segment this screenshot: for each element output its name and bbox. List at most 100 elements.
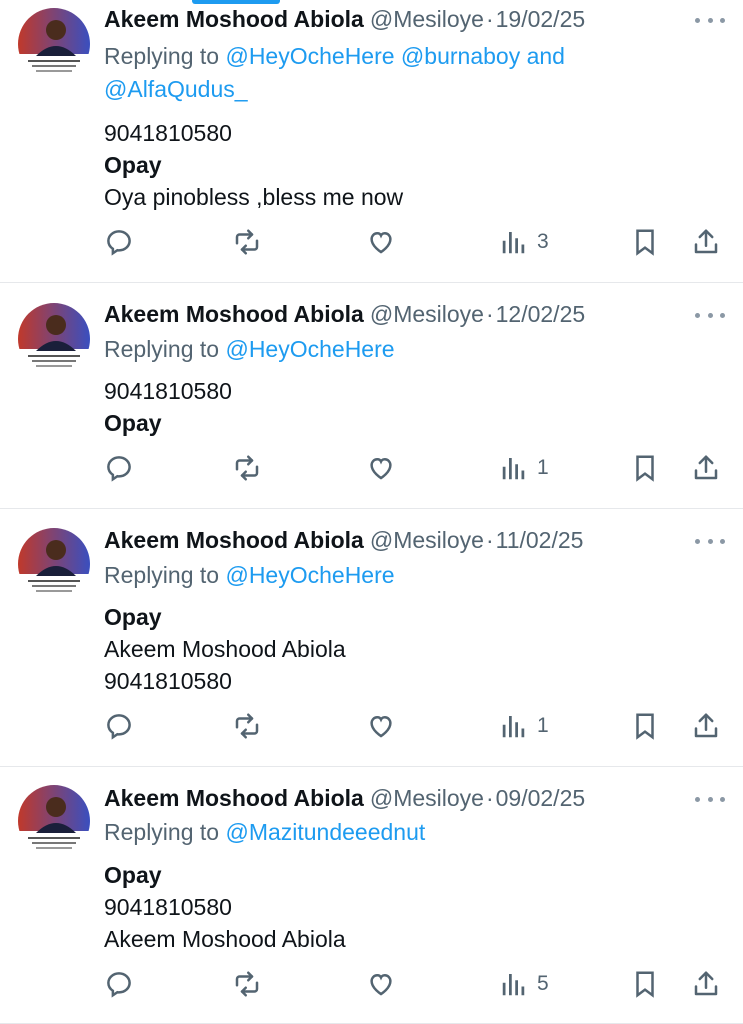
reply-button[interactable]	[104, 451, 134, 485]
retweet-button[interactable]	[232, 709, 262, 743]
like-button[interactable]	[366, 967, 396, 1001]
author-handle[interactable]: @Mesiloye	[370, 301, 484, 327]
share-icon	[694, 455, 718, 480]
text-line: 9041810580	[104, 120, 232, 146]
tweet[interactable]: Akeem Moshood Abiola @Mesiloye·09/02/25 R…	[0, 767, 743, 1024]
reply-icon	[107, 972, 131, 998]
views-count: 1	[537, 456, 549, 479]
separator: ·	[485, 6, 494, 32]
share-button[interactable]	[691, 225, 721, 259]
retweet-icon	[235, 713, 259, 739]
separator: ·	[485, 301, 494, 327]
text-line: Opay	[104, 604, 162, 630]
avatar[interactable]	[18, 8, 90, 80]
tweet-date[interactable]: 19/02/25	[496, 6, 586, 32]
separator: ·	[485, 527, 494, 553]
more-icon	[695, 796, 700, 802]
text-line: 9041810580	[104, 378, 232, 404]
views-button[interactable]: 5	[499, 967, 549, 1001]
text-line: Oya pinobless ,bless me now	[104, 184, 404, 210]
action-bar: 3	[104, 225, 724, 259]
like-icon	[370, 457, 392, 480]
author-handle[interactable]: @Mesiloye	[370, 6, 484, 32]
like-button[interactable]	[366, 709, 396, 743]
reply-button[interactable]	[104, 225, 134, 259]
mention-link[interactable]: @HeyOcheHere @burnaboy and	[225, 43, 565, 69]
retweet-button[interactable]	[232, 967, 262, 1001]
tweet-date[interactable]: 11/02/25	[496, 527, 584, 553]
share-icon	[694, 971, 718, 996]
avatar[interactable]	[18, 303, 90, 375]
replying-to: Replying to @HeyOcheHere	[104, 559, 664, 592]
author-name[interactable]: Akeem Moshood Abiola	[104, 301, 364, 327]
like-button[interactable]	[366, 451, 396, 485]
more-button[interactable]	[695, 531, 725, 551]
tweet[interactable]: Akeem Moshood Abiola @Mesiloye·12/02/25 R…	[0, 283, 743, 509]
views-button[interactable]: 1	[499, 709, 549, 743]
text-line: Opay	[104, 410, 162, 436]
tweet-date[interactable]: 09/02/25	[496, 785, 586, 811]
author-name[interactable]: Akeem Moshood Abiola	[104, 6, 364, 32]
mention-link[interactable]: @HeyOcheHere	[225, 336, 394, 362]
avatar[interactable]	[18, 785, 90, 857]
tweet-text: 9041810580 Opay Oya pinobless ,bless me …	[104, 117, 664, 213]
author-handle[interactable]: @Mesiloye	[370, 527, 484, 553]
replying-to: Replying to @Mazitundeeednut	[104, 816, 664, 849]
like-button[interactable]	[366, 225, 396, 259]
bookmark-icon	[636, 229, 654, 256]
reply-button[interactable]	[104, 967, 134, 1001]
share-button[interactable]	[691, 709, 721, 743]
retweet-icon	[235, 229, 259, 255]
bookmark-button[interactable]	[630, 225, 660, 259]
views-count: 5	[537, 972, 549, 995]
reply-icon	[107, 714, 131, 740]
retweet-button[interactable]	[232, 225, 262, 259]
mention-link[interactable]: @HeyOcheHere	[225, 562, 394, 588]
reply-icon	[107, 456, 131, 482]
tweet-header: Akeem Moshood Abiola @Mesiloye·19/02/25	[104, 5, 585, 33]
views-icon	[502, 974, 525, 996]
tweet-header: Akeem Moshood Abiola @Mesiloye·12/02/25	[104, 300, 585, 328]
tweet-text: 9041810580 Opay	[104, 375, 664, 439]
share-button[interactable]	[691, 451, 721, 485]
more-button[interactable]	[695, 789, 725, 809]
views-count: 1	[537, 714, 549, 737]
bookmark-icon	[636, 713, 654, 740]
bookmark-button[interactable]	[630, 451, 660, 485]
text-line: Opay	[104, 152, 162, 178]
author-handle[interactable]: @Mesiloye	[370, 785, 484, 811]
views-icon	[502, 458, 525, 480]
like-icon	[370, 715, 392, 738]
share-button[interactable]	[691, 967, 721, 1001]
views-button[interactable]: 3	[499, 225, 549, 259]
mention-link[interactable]: @Mazitundeeednut	[225, 819, 425, 845]
mention-link[interactable]: @AlfaQudus_	[104, 76, 248, 102]
views-button[interactable]: 1	[499, 451, 549, 485]
tweet-date[interactable]: 12/02/25	[496, 301, 586, 327]
retweet-button[interactable]	[232, 451, 262, 485]
tweet-text: Opay 9041810580 Akeem Moshood Abiola	[104, 859, 664, 955]
replying-prefix: Replying to	[104, 819, 220, 845]
replying-prefix: Replying to	[104, 562, 220, 588]
tweet[interactable]: Akeem Moshood Abiola @Mesiloye·19/02/25 R…	[0, 0, 743, 283]
replying-prefix: Replying to	[104, 336, 220, 362]
replying-to: Replying to @HeyOcheHere @burnaboy and @…	[104, 40, 664, 106]
share-icon	[694, 229, 718, 254]
author-name[interactable]: Akeem Moshood Abiola	[104, 527, 364, 553]
views-icon	[502, 232, 525, 254]
tweet[interactable]: Akeem Moshood Abiola @Mesiloye·11/02/25 R…	[0, 509, 743, 767]
tweet-text: Opay Akeem Moshood Abiola 9041810580	[104, 601, 664, 697]
replying-to: Replying to @HeyOcheHere	[104, 333, 664, 366]
tweet-header: Akeem Moshood Abiola @Mesiloye·09/02/25	[104, 784, 585, 812]
bookmark-button[interactable]	[630, 967, 660, 1001]
bookmark-icon	[636, 971, 654, 998]
tweet-header: Akeem Moshood Abiola @Mesiloye·11/02/25	[104, 526, 583, 554]
more-button[interactable]	[695, 305, 725, 325]
avatar[interactable]	[18, 528, 90, 600]
bookmark-button[interactable]	[630, 709, 660, 743]
more-button[interactable]	[695, 10, 725, 30]
author-name[interactable]: Akeem Moshood Abiola	[104, 785, 364, 811]
reply-button[interactable]	[104, 709, 134, 743]
views-icon	[502, 716, 525, 738]
retweet-icon	[235, 455, 259, 481]
